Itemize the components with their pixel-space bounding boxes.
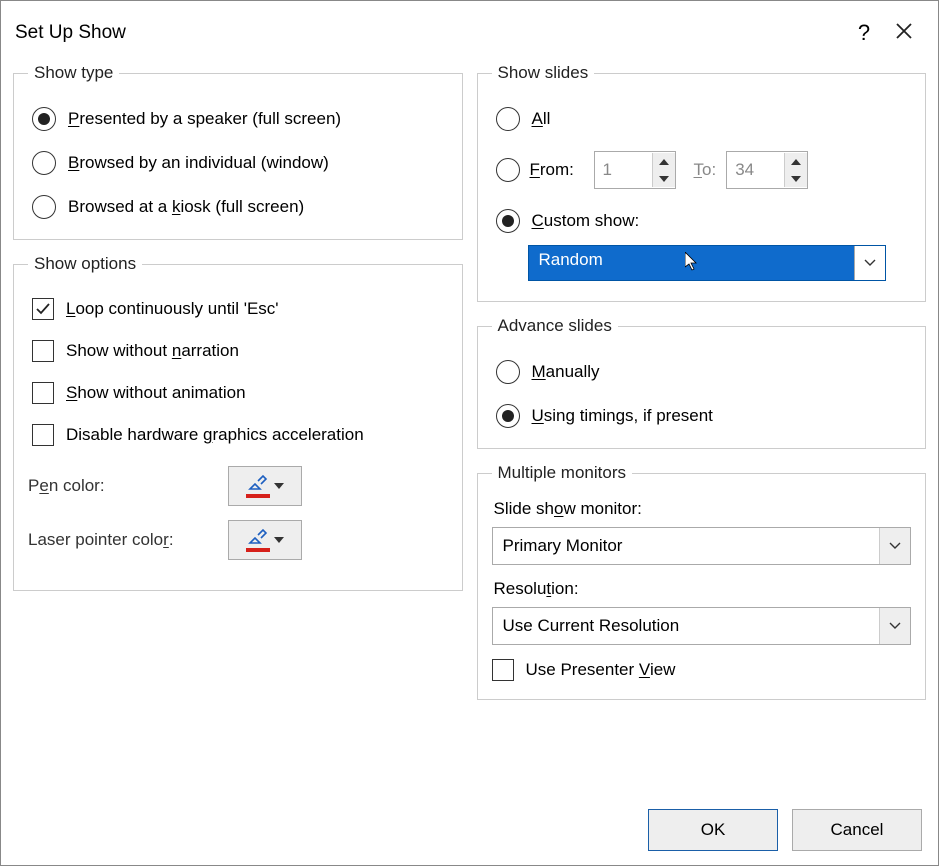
- pen-icon: [246, 474, 270, 498]
- chevron-down-icon: [274, 483, 284, 489]
- pen-icon: [246, 528, 270, 552]
- radio-icon: [496, 107, 520, 131]
- radio-browsed-individual[interactable]: Browsed by an individual (window): [32, 151, 448, 175]
- cancel-button[interactable]: Cancel: [792, 809, 922, 851]
- resolution-label: Resolution:: [494, 579, 912, 599]
- show-slides-legend: Show slides: [492, 63, 595, 83]
- radio-custom-show[interactable]: Custom show:: [496, 209, 912, 233]
- slide-monitor-label: Slide show monitor:: [494, 499, 912, 519]
- check-animation[interactable]: Show without animation: [32, 382, 448, 404]
- advance-slides-group: Advance slides Manually Using timings, i…: [477, 316, 927, 449]
- radio-from-row: From: 1 To: 34: [496, 151, 912, 189]
- spinner-up-icon: [653, 153, 675, 170]
- laser-color-row: Laser pointer color:: [28, 520, 448, 560]
- radio-icon: [496, 404, 520, 428]
- checkbox-icon: [32, 424, 54, 446]
- dialog-title: Set Up Show: [15, 22, 844, 44]
- cursor-icon: [685, 252, 700, 272]
- radio-icon: [32, 195, 56, 219]
- pen-color-button[interactable]: [228, 466, 302, 506]
- radio-icon: [32, 151, 56, 175]
- slide-monitor-combo[interactable]: Primary Monitor: [492, 527, 912, 565]
- multiple-monitors-legend: Multiple monitors: [492, 463, 633, 483]
- radio-icon: [496, 209, 520, 233]
- checkbox-icon: [32, 298, 54, 320]
- chevron-down-icon: [879, 608, 910, 644]
- radio-icon: [496, 360, 520, 384]
- dialog-content: Show type Presented by a speaker (full s…: [1, 57, 938, 714]
- right-column: Show slides All From: 1 To: 34: [477, 63, 927, 714]
- checkbox-icon: [32, 340, 54, 362]
- checkbox-icon: [492, 659, 514, 681]
- advance-slides-legend: Advance slides: [492, 316, 618, 336]
- radio-presented[interactable]: Presented by a speaker (full screen): [32, 107, 448, 131]
- resolution-combo[interactable]: Use Current Resolution: [492, 607, 912, 645]
- close-button[interactable]: [884, 20, 924, 46]
- check-narration[interactable]: Show without narration: [32, 340, 448, 362]
- show-options-group: Show options Loop continuously until 'Es…: [13, 254, 463, 591]
- chevron-down-icon: [854, 246, 885, 280]
- show-slides-group: Show slides All From: 1 To: 34: [477, 63, 927, 302]
- show-options-legend: Show options: [28, 254, 142, 274]
- radio-kiosk[interactable]: Browsed at a kiosk (full screen): [32, 195, 448, 219]
- check-hardware-graphics[interactable]: Disable hardware graphics acceleration: [32, 424, 448, 446]
- multiple-monitors-group: Multiple monitors Slide show monitor: Pr…: [477, 463, 927, 700]
- to-spinner[interactable]: 34: [726, 151, 808, 189]
- laser-color-button[interactable]: [228, 520, 302, 560]
- show-type-group: Show type Presented by a speaker (full s…: [13, 63, 463, 240]
- close-icon: [895, 22, 913, 40]
- show-type-legend: Show type: [28, 63, 119, 83]
- radio-all[interactable]: All: [496, 107, 912, 131]
- help-button[interactable]: ?: [844, 20, 884, 46]
- spinner-up-icon: [785, 153, 807, 170]
- chevron-down-icon: [879, 528, 910, 564]
- radio-from[interactable]: [496, 158, 520, 182]
- dialog-buttons: OK Cancel: [648, 809, 922, 851]
- pen-color-row: Pen color:: [28, 466, 448, 506]
- check-presenter-view[interactable]: Use Presenter View: [492, 659, 912, 681]
- from-spinner[interactable]: 1: [594, 151, 676, 189]
- chevron-down-icon: [274, 537, 284, 543]
- checkbox-icon: [32, 382, 54, 404]
- radio-manually[interactable]: Manually: [496, 360, 912, 384]
- spinner-down-icon: [785, 170, 807, 187]
- titlebar: Set Up Show ?: [1, 1, 938, 57]
- check-loop[interactable]: Loop continuously until 'Esc': [32, 298, 448, 320]
- ok-button[interactable]: OK: [648, 809, 778, 851]
- radio-icon: [32, 107, 56, 131]
- spinner-down-icon: [653, 170, 675, 187]
- left-column: Show type Presented by a speaker (full s…: [13, 63, 463, 714]
- custom-show-combo[interactable]: Random: [528, 245, 886, 281]
- radio-timings[interactable]: Using timings, if present: [496, 404, 912, 428]
